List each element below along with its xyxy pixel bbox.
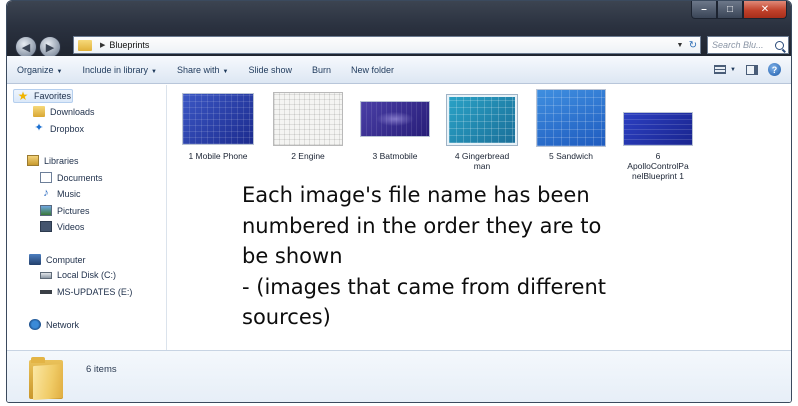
search-placeholder[interactable]: Search Blu...	[712, 40, 764, 50]
music-note-icon: ♪	[43, 187, 49, 199]
nav-label: Local Disk (C:)	[57, 270, 117, 280]
minimize-button[interactable]: –	[691, 1, 717, 19]
nav-label: Videos	[57, 221, 85, 232]
nav-libraries[interactable]: Libraries	[27, 155, 79, 166]
nav-label: Network	[46, 319, 80, 330]
command-bar: Organize ▼ Include in library ▼ Share with…	[7, 56, 791, 84]
explorer-window: – □ ✕ ◀ ▶ ▶ Blueprints ▼ ↻ Search Blu...…	[6, 0, 792, 403]
nav-videos[interactable]: Videos	[40, 221, 84, 232]
computer-icon	[29, 254, 41, 265]
address-bar[interactable]: ▶ Blueprints ▼ ↻	[73, 36, 701, 54]
file-thumbnail-sandwich[interactable]	[536, 89, 606, 147]
nav-local-disk[interactable]: Local Disk (C:)	[40, 270, 116, 280]
file-thumbnail-engine[interactable]	[273, 92, 343, 146]
nav-documents[interactable]: Documents	[40, 172, 103, 183]
include-in-library-menu[interactable]: Include in library ▼	[72, 65, 166, 75]
hard-drive-icon	[40, 271, 52, 279]
search-icon[interactable]	[775, 40, 784, 50]
file-name[interactable]: 3 Batmobile	[350, 151, 440, 161]
star-icon: ★	[17, 88, 29, 103]
file-thumbnail-gingerbread-man[interactable]	[446, 94, 518, 146]
new-folder-button[interactable]: New folder	[341, 65, 404, 75]
file-thumbnail-mobile-phone[interactable]	[182, 93, 254, 145]
nav-label: Music	[57, 188, 81, 199]
share-with-label: Share with	[176, 64, 220, 75]
nav-label: MS-UPDATES (E:)	[57, 287, 133, 297]
file-name[interactable]: 2 Engine	[264, 151, 352, 161]
folder-icon	[29, 357, 63, 401]
file-thumbnail-apollo-control-panel[interactable]	[623, 112, 693, 146]
dropdown-arrow-icon: ▼	[56, 68, 63, 75]
forward-button[interactable]: ▶	[39, 36, 61, 58]
library-icon	[27, 155, 39, 166]
downloads-folder-icon	[33, 106, 45, 117]
details-pane: 6 items	[7, 350, 791, 402]
file-list: 1 Mobile Phone 2 Engine 3 Batmobile 4 Gi…	[168, 85, 791, 350]
organize-menu[interactable]: Organize ▼	[7, 65, 72, 75]
file-name[interactable]: 6 ApolloControlPa nelBlueprint 1	[618, 151, 698, 181]
nav-label: Favorites	[34, 91, 72, 101]
refresh-icon[interactable]: ↻	[686, 40, 700, 51]
slide-show-button[interactable]: Slide show	[238, 65, 302, 75]
search-box[interactable]: Search Blu...	[707, 36, 789, 54]
nav-ms-updates[interactable]: MS-UPDATES (E:)	[40, 287, 132, 297]
share-with-menu[interactable]: Share with ▼	[167, 65, 238, 75]
network-icon	[29, 319, 41, 330]
breadcrumb-chevron-icon[interactable]: ▶	[100, 41, 105, 49]
documents-icon	[40, 172, 52, 183]
nav-computer[interactable]: Computer	[29, 254, 86, 265]
file-name[interactable]: 1 Mobile Phone	[172, 151, 264, 161]
file-thumbnail-batmobile[interactable]	[360, 101, 430, 137]
back-arrow-icon: ◀	[21, 41, 31, 54]
address-dropdown-icon[interactable]: ▼	[674, 42, 686, 49]
view-icon	[714, 65, 727, 74]
nav-pictures[interactable]: Pictures	[40, 205, 90, 216]
include-in-library-label: Include in library	[82, 64, 149, 75]
nav-label: Dropbox	[50, 123, 85, 134]
nav-label: Computer	[46, 254, 86, 265]
title-bar: – □ ✕ ◀ ▶ ▶ Blueprints ▼ ↻ Search Blu...	[7, 1, 791, 58]
file-name[interactable]: 4 Gingerbread man	[440, 151, 524, 171]
annotation-text: Each image's file name has been numbered…	[242, 183, 606, 329]
maximize-button[interactable]: □	[717, 1, 743, 19]
usb-drive-icon	[40, 290, 52, 294]
videos-icon	[40, 221, 52, 232]
forward-arrow-icon: ▶	[45, 41, 55, 54]
window-controls: – □ ✕	[691, 1, 787, 19]
dropdown-arrow-icon: ▼	[730, 66, 736, 73]
nav-dropbox[interactable]: ✦ Dropbox	[33, 123, 84, 134]
breadcrumb-blueprints[interactable]: Blueprints	[109, 40, 149, 50]
nav-music[interactable]: ♪ Music	[40, 187, 81, 199]
nav-favorites[interactable]: ★ Favorites	[13, 89, 73, 103]
folder-icon	[78, 39, 92, 51]
nav-label: Pictures	[57, 205, 90, 216]
organize-label: Organize	[17, 64, 54, 75]
nav-label: Libraries	[44, 155, 79, 166]
change-view-button[interactable]: ▼	[714, 65, 736, 74]
nav-label: Downloads	[50, 106, 95, 117]
item-count: 6 items	[86, 364, 117, 375]
dropdown-arrow-icon: ▼	[222, 68, 229, 75]
navigation-pane: ★ Favorites Downloads ✦ Dropbox Libraries …	[7, 85, 167, 350]
pictures-icon	[40, 205, 52, 216]
nav-label: Documents	[57, 172, 103, 183]
close-button[interactable]: ✕	[743, 1, 787, 19]
preview-pane-icon[interactable]	[746, 64, 758, 75]
dropbox-icon: ✦	[34, 122, 44, 134]
nav-network[interactable]: Network	[29, 319, 79, 330]
back-button[interactable]: ◀	[15, 36, 37, 58]
dropdown-arrow-icon: ▼	[151, 68, 157, 75]
file-name[interactable]: 5 Sandwich	[526, 151, 616, 161]
help-icon[interactable]: ?	[768, 63, 781, 76]
nav-downloads[interactable]: Downloads	[33, 106, 95, 117]
burn-button[interactable]: Burn	[302, 65, 341, 75]
